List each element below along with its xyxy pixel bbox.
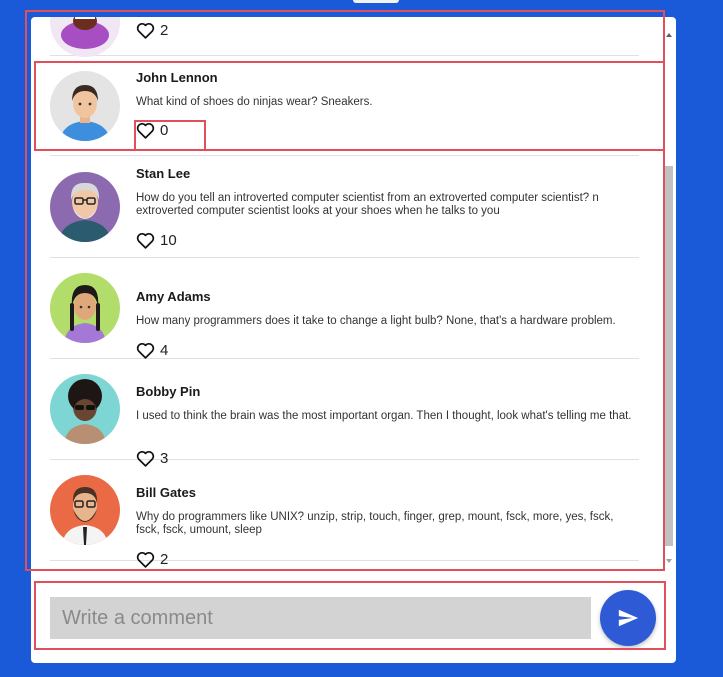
heart-outline-icon (136, 22, 155, 39)
comment-text: I used to think the brain was the most i… (136, 410, 632, 422)
heart-outline-icon (136, 122, 155, 139)
comment-item: Bobby Pin I used to think the brain was … (50, 359, 639, 467)
comment-composer (31, 589, 676, 653)
comment-item: John Lennon What kind of shoes do ninjas… (50, 56, 639, 156)
vertical-scrollbar[interactable] (663, 27, 675, 563)
like-counter[interactable]: 4 (136, 339, 168, 361)
like-count: 10 (160, 231, 177, 249)
avatar-stan-icon (50, 172, 120, 242)
comment-text: Why do programmers like UNIX? unzip, str… (136, 511, 614, 536)
comment-author: Bobby Pin (136, 384, 201, 399)
scroll-down-arrow-icon[interactable] (666, 559, 672, 563)
avatar-john-icon (50, 71, 120, 141)
comment-item: Bill Gates Why do programmers like UNIX?… (50, 460, 639, 568)
comment-item: Stan Lee How do you tell an introverted … (50, 157, 639, 258)
like-count: 4 (160, 341, 169, 359)
comments-card: 2 John Lennon What kind of shoes do ninj… (31, 17, 676, 663)
scroll-up-arrow-icon[interactable] (666, 33, 672, 37)
comment-text: What kind of shoes do ninjas wear? Sneak… (136, 96, 373, 108)
comment-text: How do you tell an introverted computer … (136, 192, 599, 217)
like-count: 2 (160, 21, 169, 39)
send-icon (618, 609, 639, 627)
heart-outline-icon (136, 342, 155, 359)
scrollbar-thumb[interactable] (665, 166, 673, 546)
send-button[interactable] (600, 590, 656, 646)
comment-author: John Lennon (136, 70, 218, 85)
like-counter[interactable]: 2 (136, 548, 168, 569)
like-count: 2 (160, 550, 169, 568)
avatar-amy-icon (50, 273, 120, 343)
comment-list[interactable]: 2 John Lennon What kind of shoes do ninj… (31, 17, 676, 569)
comment-author: Bill Gates (136, 485, 196, 500)
heart-outline-icon (136, 232, 155, 249)
comment-item: Amy Adams How many programmers does it t… (50, 258, 639, 359)
comment-input[interactable] (50, 597, 591, 639)
like-counter[interactable]: 2 (136, 19, 168, 41)
avatar-bobby-icon (50, 374, 120, 444)
comment-author: Amy Adams (136, 289, 211, 304)
comment-author: Stan Lee (136, 166, 191, 181)
comment-text: How many programmers does it take to cha… (136, 315, 616, 327)
comment-item: 2 (50, 17, 639, 57)
like-count: 0 (160, 121, 169, 139)
avatar-purple-icon (50, 17, 120, 57)
like-counter[interactable]: 10 (136, 229, 177, 251)
top-tab-handle (353, 0, 399, 3)
avatar-bill-icon (50, 475, 120, 545)
like-counter[interactable]: 0 (136, 119, 168, 141)
heart-outline-icon (136, 551, 155, 568)
